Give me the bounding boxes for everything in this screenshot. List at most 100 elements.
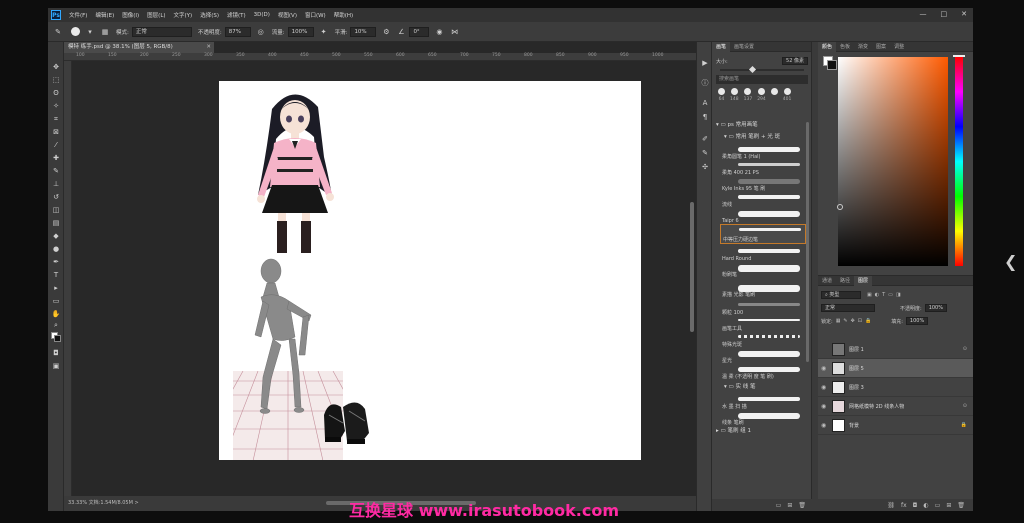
type-tool-icon[interactable]: T: [51, 270, 61, 280]
angle-field[interactable]: 0°: [409, 26, 430, 37]
brush-settings-panel-icon[interactable]: ✎: [700, 148, 710, 158]
layer-fill-field[interactable]: 100%: [905, 317, 929, 325]
tab-color[interactable]: 颜色: [818, 41, 837, 52]
tab-adjustments[interactable]: 调整: [890, 43, 908, 50]
recent-brush-preset[interactable]: 64: [718, 88, 725, 110]
brush-search-input[interactable]: 搜索画笔: [716, 75, 808, 84]
tab-brushes[interactable]: 画笔: [712, 41, 731, 52]
tab-layers[interactable]: 图层: [854, 275, 873, 286]
recent-brush-preset[interactable]: 294: [757, 88, 766, 110]
brush-item[interactable]: Taipr 6: [720, 208, 806, 224]
paragraph-panel-icon[interactable]: ¶: [700, 112, 710, 122]
hue-slider-marker[interactable]: [953, 55, 965, 57]
rectangle-tool-icon[interactable]: ▭: [51, 296, 61, 306]
healing-brush-tool-icon[interactable]: ✚: [51, 153, 61, 163]
brush-item-selected[interactable]: 中等压力硬边笔: [720, 224, 806, 244]
brush-item[interactable]: 颗粒 100: [720, 300, 806, 316]
brushes-scrollbar[interactable]: [806, 122, 809, 362]
color-picker-ring[interactable]: [837, 204, 843, 210]
frame-tool-icon[interactable]: ⊠: [51, 127, 61, 137]
new-brush-icon[interactable]: ⊞: [787, 502, 792, 509]
eye-icon[interactable]: ◉: [821, 384, 826, 391]
minimize-button[interactable]: —: [920, 10, 927, 18]
history-brush-tool-icon[interactable]: ↺: [51, 192, 61, 202]
marquee-tool-icon[interactable]: ⬚: [51, 75, 61, 85]
eye-icon[interactable]: ◉: [821, 422, 826, 429]
gradient-tool-icon[interactable]: ▤: [51, 218, 61, 228]
recent-brush-preset[interactable]: [770, 88, 778, 110]
menu-select[interactable]: 选择(S): [196, 11, 223, 19]
airbrush-icon[interactable]: ✦: [319, 27, 329, 37]
layer-row[interactable]: ◉ 图层 3: [818, 378, 973, 397]
menu-help[interactable]: 帮助(H): [330, 11, 357, 19]
menu-edit[interactable]: 编辑(E): [91, 11, 118, 19]
layer-row[interactable]: ◉ 背景 🔒: [818, 416, 973, 435]
brush-group-sub[interactable]: ▾ ▭ 常用 笔刷 + 光 斑: [724, 132, 780, 140]
hue-slider[interactable]: [955, 57, 963, 266]
crop-tool-icon[interactable]: ⌗: [51, 114, 61, 124]
brush-item[interactable]: 星光: [720, 348, 806, 364]
brush-group-main[interactable]: ▾ ▭ ps 常用画笔: [716, 120, 758, 128]
chevron-down-icon[interactable]: ▾: [85, 27, 95, 37]
tab-gradients[interactable]: 渐变: [854, 43, 872, 50]
brush-size-slider-knob[interactable]: [748, 65, 757, 74]
brush-tool-icon[interactable]: ✎: [51, 166, 61, 176]
recent-brush-preset[interactable]: 401: [783, 88, 791, 110]
brush-item[interactable]: 柔角圆笔 1 (Hal): [720, 144, 806, 160]
brush-item[interactable]: Kyle Inks 95 笔 刷: [720, 176, 806, 192]
brush-item[interactable]: Hard Round: [720, 246, 806, 262]
brush-item[interactable]: 水 墨 扫 描: [720, 394, 806, 410]
tab-brush-settings[interactable]: 画笔设置: [730, 43, 758, 50]
menu-image[interactable]: 图像(I): [118, 11, 143, 19]
document-tab[interactable]: 模特 练手.psd @ 38.1% (图层 5, RGB/8) ✕: [64, 42, 214, 53]
brush-settings-toggle-icon[interactable]: ▦: [100, 27, 110, 37]
history-panel-icon[interactable]: ▶: [700, 58, 710, 68]
blend-mode-select[interactable]: 正常: [821, 304, 875, 312]
eraser-tool-icon[interactable]: ◫: [51, 205, 61, 215]
vertical-scrollbar[interactable]: [690, 202, 694, 332]
new-group-icon[interactable]: ▭: [935, 502, 941, 509]
tab-channels[interactable]: 通道: [818, 277, 836, 284]
brush-group-bottom[interactable]: ▸ ▭ 笔刷 组 1: [716, 426, 751, 434]
clone-source-panel-icon[interactable]: ✣: [700, 162, 710, 172]
menu-layer[interactable]: 图层(L): [143, 11, 169, 19]
adjustment-layer-icon[interactable]: ◐: [923, 502, 928, 509]
brush-panel-icon[interactable]: ✐: [700, 134, 710, 144]
brush-size-slider[interactable]: [720, 65, 804, 74]
recent-brush-preset[interactable]: 148: [730, 88, 739, 110]
close-window-button[interactable]: ✕: [961, 10, 967, 18]
canvas[interactable]: [219, 81, 641, 460]
brush-preset-picker[interactable]: [71, 27, 80, 36]
layer-row[interactable]: ◉ 网格纸模特 2D 线条人物 ⊙: [818, 397, 973, 416]
mode-select[interactable]: 正常: [131, 26, 192, 37]
brush-item[interactable]: 粉刷笔: [720, 262, 806, 278]
menu-window[interactable]: 窗口(W): [301, 11, 330, 19]
clone-stamp-tool-icon[interactable]: ⊥: [51, 179, 61, 189]
menu-3d[interactable]: 3D(D): [250, 12, 274, 18]
pen-tool-icon[interactable]: ✒: [51, 257, 61, 267]
brush-tool-icon[interactable]: ✎: [53, 27, 63, 37]
opacity-field[interactable]: 87%: [224, 26, 251, 37]
link-layers-icon[interactable]: ⛓: [887, 502, 895, 509]
quick-mask-icon[interactable]: ◘: [51, 348, 61, 358]
info-panel-icon[interactable]: ⓘ: [700, 78, 710, 88]
brush-item[interactable]: 柔角 400 21 PS: [720, 160, 806, 176]
layer-filter-select[interactable]: ⌕ 类型: [821, 291, 861, 299]
move-tool-icon[interactable]: ✥: [51, 62, 61, 72]
menu-view[interactable]: 视图(V): [274, 11, 301, 19]
character-panel-icon[interactable]: A: [700, 98, 710, 108]
menu-filter[interactable]: 滤镜(T): [223, 11, 250, 19]
trash-icon[interactable]: 🗑: [798, 502, 806, 509]
brush-item[interactable]: 温 柔 (不透明 度 笔 刷): [720, 364, 806, 380]
brush-item[interactable]: 特殊光斑: [720, 332, 806, 348]
dodge-tool-icon[interactable]: ●: [51, 244, 61, 254]
zoom-tool-icon[interactable]: ⌕: [51, 320, 61, 330]
new-layer-icon[interactable]: ⊞: [946, 502, 951, 509]
path-select-tool-icon[interactable]: ▸: [51, 283, 61, 293]
layer-row-selected[interactable]: ◉ 图层 5: [818, 359, 973, 378]
chevron-left-icon[interactable]: ❮: [1004, 252, 1017, 271]
pressure-size-icon[interactable]: ◉: [434, 27, 444, 37]
lasso-tool-icon[interactable]: ʘ: [51, 88, 61, 98]
brush-item[interactable]: 画笔工具: [720, 316, 806, 332]
color-background-swatch[interactable]: [827, 60, 837, 70]
